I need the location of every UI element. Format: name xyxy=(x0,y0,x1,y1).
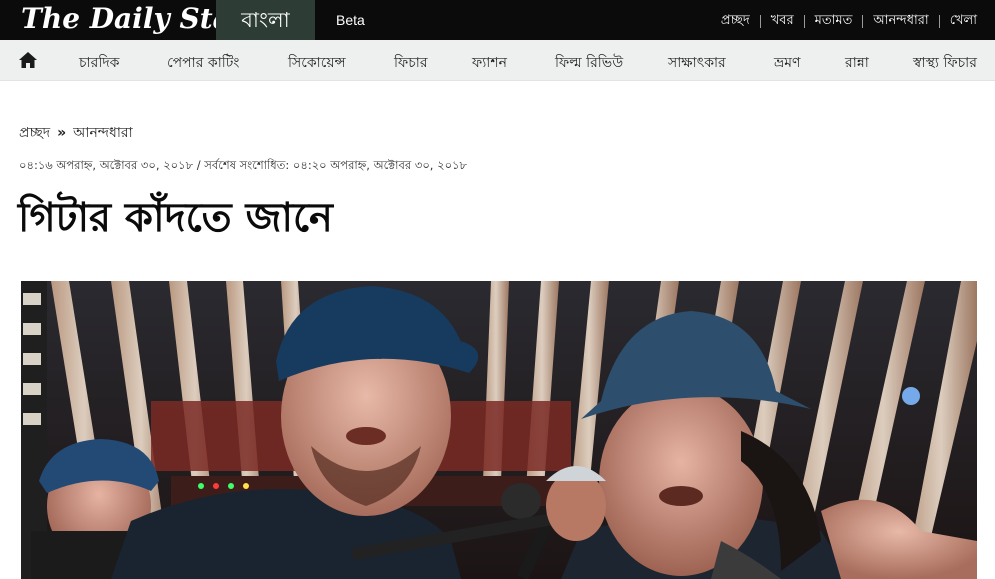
top-nav-sports[interactable]: খেলা xyxy=(950,11,977,32)
cat-item-paper-cutting[interactable]: পেপার কাটিং xyxy=(167,51,239,75)
cat-item-fashion[interactable]: ফ্যাশন xyxy=(472,51,507,75)
page-title: গিটার কাঁদতে জানে xyxy=(18,194,333,241)
beta-link[interactable]: Beta xyxy=(336,12,365,28)
article-photo-image xyxy=(21,281,977,579)
site-logo[interactable]: The Daily Star xyxy=(21,2,246,35)
category-nav: চারদিক পেপার কাটিং সিকোয়েন্স ফিচার ফ্যা… xyxy=(0,40,995,81)
top-nav-divider xyxy=(938,15,940,28)
cat-item-health-feature[interactable]: স্বাস্থ্য ফিচার xyxy=(913,51,977,75)
cat-item-sequence[interactable]: সিকোয়েন্স xyxy=(288,51,346,75)
cat-item-travel[interactable]: ভ্রমণ xyxy=(774,51,801,75)
top-nav-news[interactable]: খবর xyxy=(771,11,794,32)
top-nav: প্রচ্ছদ খবর মতামত আনন্দধারা খেলা xyxy=(721,11,977,32)
breadcrumb-home[interactable]: প্রচ্ছদ xyxy=(19,121,50,145)
breadcrumb: প্রচ্ছদ » আনন্দধারা xyxy=(19,121,133,145)
top-nav-divider xyxy=(759,15,761,28)
cat-item-feature[interactable]: ফিচার xyxy=(394,51,428,75)
cat-item-cooking[interactable]: রান্না xyxy=(845,51,869,75)
cat-item-film-review[interactable]: ফিল্ম রিভিউ xyxy=(555,51,623,75)
top-nav-opinion[interactable]: মতামত xyxy=(815,11,853,32)
top-nav-entertainment[interactable]: আনন্দধারা xyxy=(873,11,928,32)
top-nav-divider xyxy=(862,15,864,28)
cat-item-interview[interactable]: সাক্ষাৎকার xyxy=(668,51,726,75)
home-icon[interactable] xyxy=(18,51,38,69)
breadcrumb-separator: » xyxy=(57,125,67,141)
top-nav-divider xyxy=(803,15,805,28)
article-timestamp: ০৪:১৬ অপরাহ্ন, অক্টোবর ৩০, ২০১৮ / সর্বশে… xyxy=(19,158,467,172)
top-header-bar: The Daily Star বাংলা Beta প্রচ্ছদ খবর মত… xyxy=(0,0,995,40)
top-nav-home[interactable]: প্রচ্ছদ xyxy=(721,11,750,32)
bangla-language-tab[interactable]: বাংলা xyxy=(216,0,315,40)
cat-item-chardik[interactable]: চারদিক xyxy=(79,51,119,75)
breadcrumb-section[interactable]: আনন্দধারা xyxy=(73,121,133,145)
article-photo xyxy=(21,281,977,579)
